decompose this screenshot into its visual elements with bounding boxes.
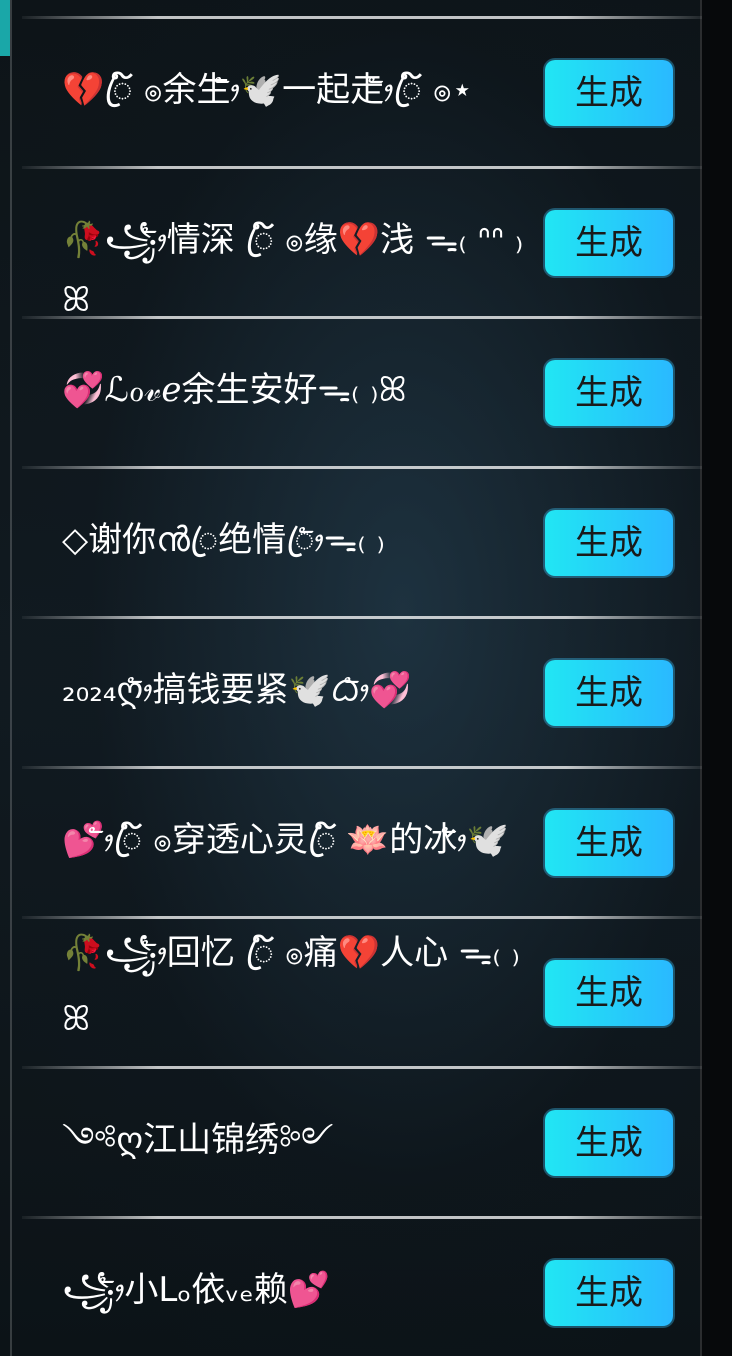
row-divider <box>22 616 702 619</box>
name-list: 💔ꦿ໌ ၜ余生ᤥ🕊️一起走ᤥꦿ໌ ၜ⋆ 生成 🥀꧁ᤥ情深 ꦿ໌ ၜ缘💔浅 ᯓ₍ … <box>12 0 702 1356</box>
row-divider <box>22 766 702 769</box>
generate-button[interactable]: 生成 <box>545 1110 673 1176</box>
list-item: ꧁ᤥ小Lₒ依ᵥₑ赖💕 生成 <box>12 1216 702 1356</box>
generate-button[interactable]: 生成 <box>545 60 673 126</box>
row-divider <box>22 16 702 19</box>
generate-button[interactable]: 生成 <box>545 1260 673 1326</box>
generate-button[interactable]: 生成 <box>545 960 673 1026</box>
list-item: 🥀꧁ᤥ回忆 ꦿ໌ ၜ痛💔人心 ᯓ₍ ₎ꕤ 生成 <box>12 916 702 1066</box>
name-text: 💕ᤥꦿ໌ ၜ穿透心灵ꦿ໌ 🪷的冰ᤥ🕊️ <box>62 820 509 860</box>
screen: 💔ꦿ໌ ၜ余生ᤥ🕊️一起走ᤥꦿ໌ ၜ⋆ 生成 🥀꧁ᤥ情深 ꦿ໌ ၜ缘💔浅 ᯓ₍ … <box>0 0 732 1356</box>
row-divider <box>22 316 702 319</box>
list-item: 🥀꧁ᤥ情深 ꦿ໌ ၜ缘💔浅 ᯓ₍ ᐢᐢ ₎ꕤ 生成 <box>12 166 702 320</box>
list-item: ༺ღ江山锦绣༻ 生成 <box>12 1066 702 1216</box>
name-text: ₂₀₂₄ღᤥ搞钱要紧🕊️ᜊᤥ💞 <box>62 670 412 710</box>
row-divider <box>22 466 702 469</box>
name-text: ༺ღ江山锦绣༻ <box>62 1120 334 1160</box>
generate-button[interactable]: 生成 <box>545 510 673 576</box>
list-item: 💕ᤥꦿ໌ ၜ穿透心灵ꦿ໌ 🪷的冰ᤥ🕊️ 生成 <box>12 766 702 916</box>
name-text: 💞ℒℴ𝓋ℯ余生安好ᯓ₍ ₎ꕤ <box>62 370 407 410</box>
name-text: ◇谢你ൻꦿ绝情ꦿᤥᯓ₍ ₎ <box>62 520 385 560</box>
name-text: 🥀꧁ᤥ情深 ꦿ໌ ၜ缘💔浅 ᯓ₍ ᐢᐢ ₎ꕤ <box>62 220 524 320</box>
name-text: 💔ꦿ໌ ၜ余生ᤥ🕊️一起走ᤥꦿ໌ ၜ⋆ <box>62 70 473 110</box>
row-divider <box>22 1216 702 1219</box>
generate-button[interactable]: 生成 <box>545 660 673 726</box>
name-text: 🥀꧁ᤥ回忆 ꦿ໌ ၜ痛💔人心 ᯓ₍ ₎ꕤ <box>62 933 520 1039</box>
list-item: 💞ℒℴ𝓋ℯ余生安好ᯓ₍ ₎ꕤ 生成 <box>12 316 702 466</box>
right-side-panel <box>700 0 732 1356</box>
generate-button[interactable]: 生成 <box>545 810 673 876</box>
accent-strip <box>0 0 10 56</box>
generate-button[interactable]: 生成 <box>545 210 673 276</box>
list-item: ◇谢你ൻꦿ绝情ꦿᤥᯓ₍ ₎ 生成 <box>12 466 702 616</box>
list-item: 💔ꦿ໌ ၜ余生ᤥ🕊️一起走ᤥꦿ໌ ၜ⋆ 生成 <box>12 16 702 166</box>
row-divider <box>22 1066 702 1069</box>
name-text: ꧁ᤥ小Lₒ依ᵥₑ赖💕 <box>62 1270 331 1310</box>
generate-button[interactable]: 生成 <box>545 360 673 426</box>
row-divider <box>22 166 702 169</box>
row-divider <box>22 916 702 919</box>
list-item: ₂₀₂₄ღᤥ搞钱要紧🕊️ᜊᤥ💞 生成 <box>12 616 702 766</box>
